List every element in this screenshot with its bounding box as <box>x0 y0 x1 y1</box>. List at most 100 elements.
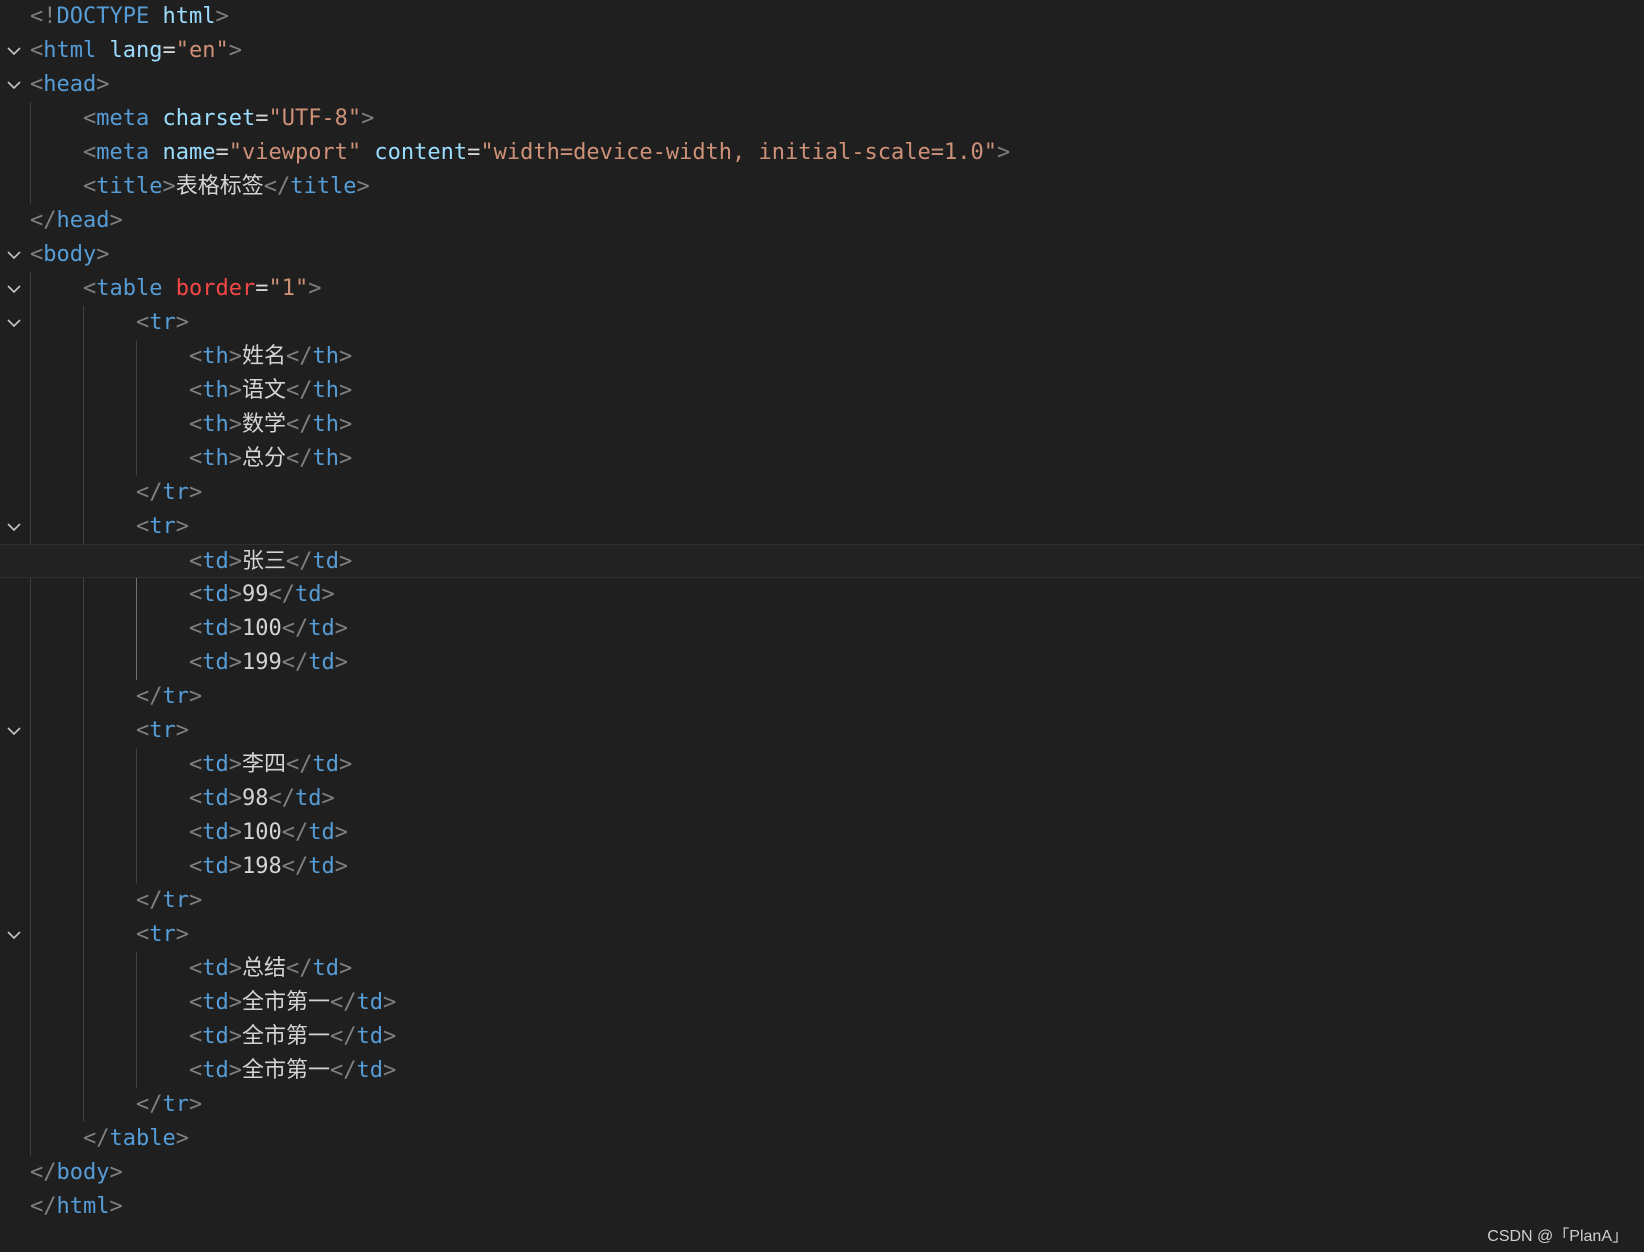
code-token: > <box>228 1024 242 1049</box>
code-token: > <box>383 990 397 1015</box>
code-token: th <box>312 412 340 437</box>
code-token: > <box>228 1058 242 1083</box>
watermark: CSDN @「PlanA」 <box>1487 1228 1628 1245</box>
code-token: < <box>189 786 203 811</box>
code-line[interactable]: <tr> <box>0 918 1644 952</box>
code-token: th <box>312 446 340 471</box>
code-text: <td>全市第一</td> <box>189 1020 396 1054</box>
fold-chevron-icon[interactable] <box>4 510 24 544</box>
code-line[interactable]: <td>李四</td> <box>0 748 1644 782</box>
code-token: < <box>189 752 203 777</box>
code-text: <title>表格标签</title> <box>83 170 370 204</box>
code-token: td <box>312 752 340 777</box>
code-token: 语文 <box>242 378 287 403</box>
code-text: <td>100</td> <box>189 816 348 850</box>
code-line[interactable]: <tr> <box>0 306 1644 340</box>
code-token: > <box>339 956 353 981</box>
fold-chevron-icon[interactable] <box>4 714 24 748</box>
code-line[interactable]: </tr> <box>0 1088 1644 1122</box>
code-token: 张三 <box>242 549 287 574</box>
code-token: </ <box>30 208 57 233</box>
code-token: < <box>30 38 44 63</box>
code-text: <td>199</td> <box>189 646 348 680</box>
code-line[interactable]: <body> <box>0 238 1644 272</box>
code-line[interactable]: <td>100</td> <box>0 816 1644 850</box>
code-token: > <box>339 549 353 574</box>
code-token: < <box>136 310 150 335</box>
code-line[interactable]: </head> <box>0 204 1644 238</box>
fold-chevron-icon[interactable] <box>4 34 24 68</box>
code-line[interactable]: </html> <box>0 1190 1644 1224</box>
code-text: <td>李四</td> <box>189 748 352 782</box>
code-line[interactable]: <td>全市第一</td> <box>0 1054 1644 1088</box>
code-token: 表格标签 <box>175 174 264 199</box>
code-token: head <box>43 72 97 97</box>
code-token: = <box>467 140 481 165</box>
code-line[interactable]: <td>100</td> <box>0 612 1644 646</box>
code-token: < <box>189 344 203 369</box>
code-line[interactable]: <head> <box>0 68 1644 102</box>
code-token: > <box>189 480 203 505</box>
fold-chevron-icon[interactable] <box>4 306 24 340</box>
code-text: </table> <box>83 1122 189 1156</box>
code-token: > <box>228 854 242 879</box>
code-line[interactable]: <td>98</td> <box>0 782 1644 816</box>
code-text: <td>全市第一</td> <box>189 1054 396 1088</box>
code-line[interactable]: <th>语文</th> <box>0 374 1644 408</box>
code-token: 全市第一 <box>242 1058 331 1083</box>
code-line[interactable]: <td>198</td> <box>0 850 1644 884</box>
code-line[interactable]: <td>张三</td> <box>0 544 1644 578</box>
code-line[interactable]: <html lang="en"> <box>0 34 1644 68</box>
code-token: html <box>56 1194 110 1219</box>
code-token: > <box>383 1024 397 1049</box>
code-line[interactable]: <td>总结</td> <box>0 952 1644 986</box>
code-line[interactable]: <meta name="viewport" content="width=dev… <box>0 136 1644 170</box>
code-line[interactable]: </tr> <box>0 884 1644 918</box>
code-line[interactable]: <meta charset="UTF-8"> <box>0 102 1644 136</box>
fold-chevron-icon[interactable] <box>4 238 24 272</box>
code-token: 100 <box>242 616 282 641</box>
code-token: td <box>295 582 322 607</box>
code-line[interactable]: <th>数学</th> <box>0 408 1644 442</box>
code-token: > <box>334 820 348 845</box>
code-token: </ <box>286 956 313 981</box>
code-line[interactable]: <td>199</td> <box>0 646 1644 680</box>
code-line[interactable]: <th>姓名</th> <box>0 340 1644 374</box>
code-token: > <box>228 786 242 811</box>
code-line[interactable]: </tr> <box>0 680 1644 714</box>
code-line[interactable]: <td>99</td> <box>0 578 1644 612</box>
code-token: td <box>356 1058 384 1083</box>
code-line[interactable]: <td>全市第一</td> <box>0 986 1644 1020</box>
code-line[interactable]: <table border="1"> <box>0 272 1644 306</box>
code-text: <tr> <box>136 510 189 544</box>
code-line[interactable]: </tr> <box>0 476 1644 510</box>
code-token: td <box>356 990 384 1015</box>
code-token: < <box>83 276 97 301</box>
code-token: > <box>228 549 242 574</box>
code-line[interactable]: </body> <box>0 1156 1644 1190</box>
fold-chevron-icon[interactable] <box>4 918 24 952</box>
code-line[interactable]: <th>总分</th> <box>0 442 1644 476</box>
code-token: > <box>339 378 353 403</box>
fold-chevron-icon[interactable] <box>4 272 24 306</box>
code-token: > <box>356 174 370 199</box>
code-line[interactable]: <tr> <box>0 714 1644 748</box>
code-line[interactable]: </table> <box>0 1122 1644 1156</box>
code-line[interactable]: <title>表格标签</title> <box>0 170 1644 204</box>
code-line[interactable]: <!DOCTYPE html> <box>0 0 1644 34</box>
code-token: td <box>202 752 229 777</box>
code-token: </ <box>330 1058 357 1083</box>
code-text: </tr> <box>136 884 202 918</box>
code-token: <! <box>30 4 57 29</box>
code-line[interactable]: <td>全市第一</td> <box>0 1020 1644 1054</box>
code-token: > <box>339 344 353 369</box>
fold-chevron-icon[interactable] <box>4 68 24 102</box>
code-line[interactable]: <tr> <box>0 510 1644 544</box>
code-token: 100 <box>242 820 282 845</box>
code-token: "width=device-width, initial-scale=1.0" <box>480 140 997 165</box>
code-editor[interactable]: <!DOCTYPE html> <html lang="en"> <head> <me… <box>0 0 1644 1252</box>
code-token: th <box>202 446 229 471</box>
code-token: > <box>228 344 242 369</box>
